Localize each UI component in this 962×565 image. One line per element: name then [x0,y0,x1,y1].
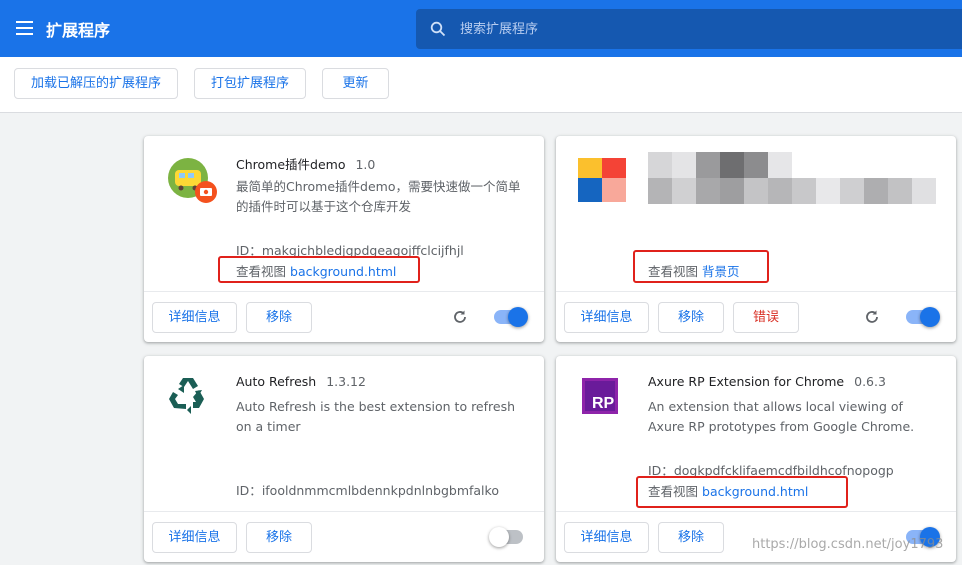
page-title: 扩展程序 [46,21,111,40]
enable-toggle[interactable] [489,527,523,547]
extension-id: ID：ifooldnmmcmlbdennkpdnlnbgbmfalko [236,483,499,498]
details-button[interactable]: 详细信息 [564,302,649,333]
reload-icon[interactable] [452,309,468,325]
remove-button[interactable]: 移除 [658,302,724,333]
menu-icon[interactable] [16,21,33,35]
update-button[interactable]: 更新 [322,68,389,99]
reload-icon[interactable] [864,309,880,325]
card-footer: 详细信息 移除 [144,291,544,342]
developer-toolbar: 加载已解压的扩展程序 打包扩展程序 更新 [0,57,962,113]
details-button[interactable]: 详细信息 [152,522,237,553]
pixelated-censor-block [648,152,936,204]
axure-rp-icon: RP [582,378,618,414]
annotation-highlight-box [218,256,420,283]
details-button[interactable]: 详细信息 [152,302,237,333]
recycle-icon [169,378,204,414]
extension-description: 最简单的Chrome插件demo，需要快速做一个简单的插件时可以基于这个仓库开发 [236,179,521,214]
search-input[interactable] [460,9,940,49]
details-button[interactable]: 详细信息 [564,522,649,553]
extension-version: 1.3.12 [326,374,366,389]
annotation-highlight-box [633,250,769,283]
extension-card: RP Axure RP Extension for Chrome 0.6.3 An… [556,356,956,562]
remove-button[interactable]: 移除 [246,522,312,553]
extension-name: Auto Refresh 1.3.12 [236,374,366,389]
load-unpacked-button[interactable]: 加载已解压的扩展程序 [14,68,178,99]
errors-button[interactable]: 错误 [733,302,799,333]
extension-card: Chrome插件demo 1.0 最简单的Chrome插件demo，需要快速做一个… [144,136,544,342]
app-header: 扩展程序 [0,0,962,57]
train-icon [168,158,217,203]
axure-icon-text: RP [592,395,615,412]
search-box[interactable] [416,9,962,49]
extension-version: 1.0 [355,157,376,172]
search-icon [430,21,446,37]
remove-button[interactable]: 移除 [246,302,312,333]
pack-extension-button[interactable]: 打包扩展程序 [194,68,306,99]
extension-description: Auto Refresh is the best extension to re… [236,399,516,434]
extension-name: Chrome插件demo 1.0 [236,157,376,172]
extension-card: Auto Refresh 1.3.12 Auto Refresh is the b… [144,356,544,562]
extension-version: 0.6.3 [854,374,886,389]
extension-card: 查看视图 背景页 详细信息 移除 错误 [556,136,956,342]
extension-name: Axure RP Extension for Chrome 0.6.3 [648,374,886,389]
remove-button[interactable]: 移除 [658,522,724,553]
watermark: https://blog.csdn.net/joy1793 [752,537,944,552]
enable-toggle[interactable] [494,307,528,327]
colorful-blocks-icon [578,158,626,202]
card-footer: 详细信息 移除 [144,511,544,562]
annotation-highlight-box [636,476,848,508]
enable-toggle[interactable] [906,307,940,327]
extension-description: An extension that allows local viewing o… [648,399,915,434]
card-footer: 详细信息 移除 错误 [556,291,956,342]
